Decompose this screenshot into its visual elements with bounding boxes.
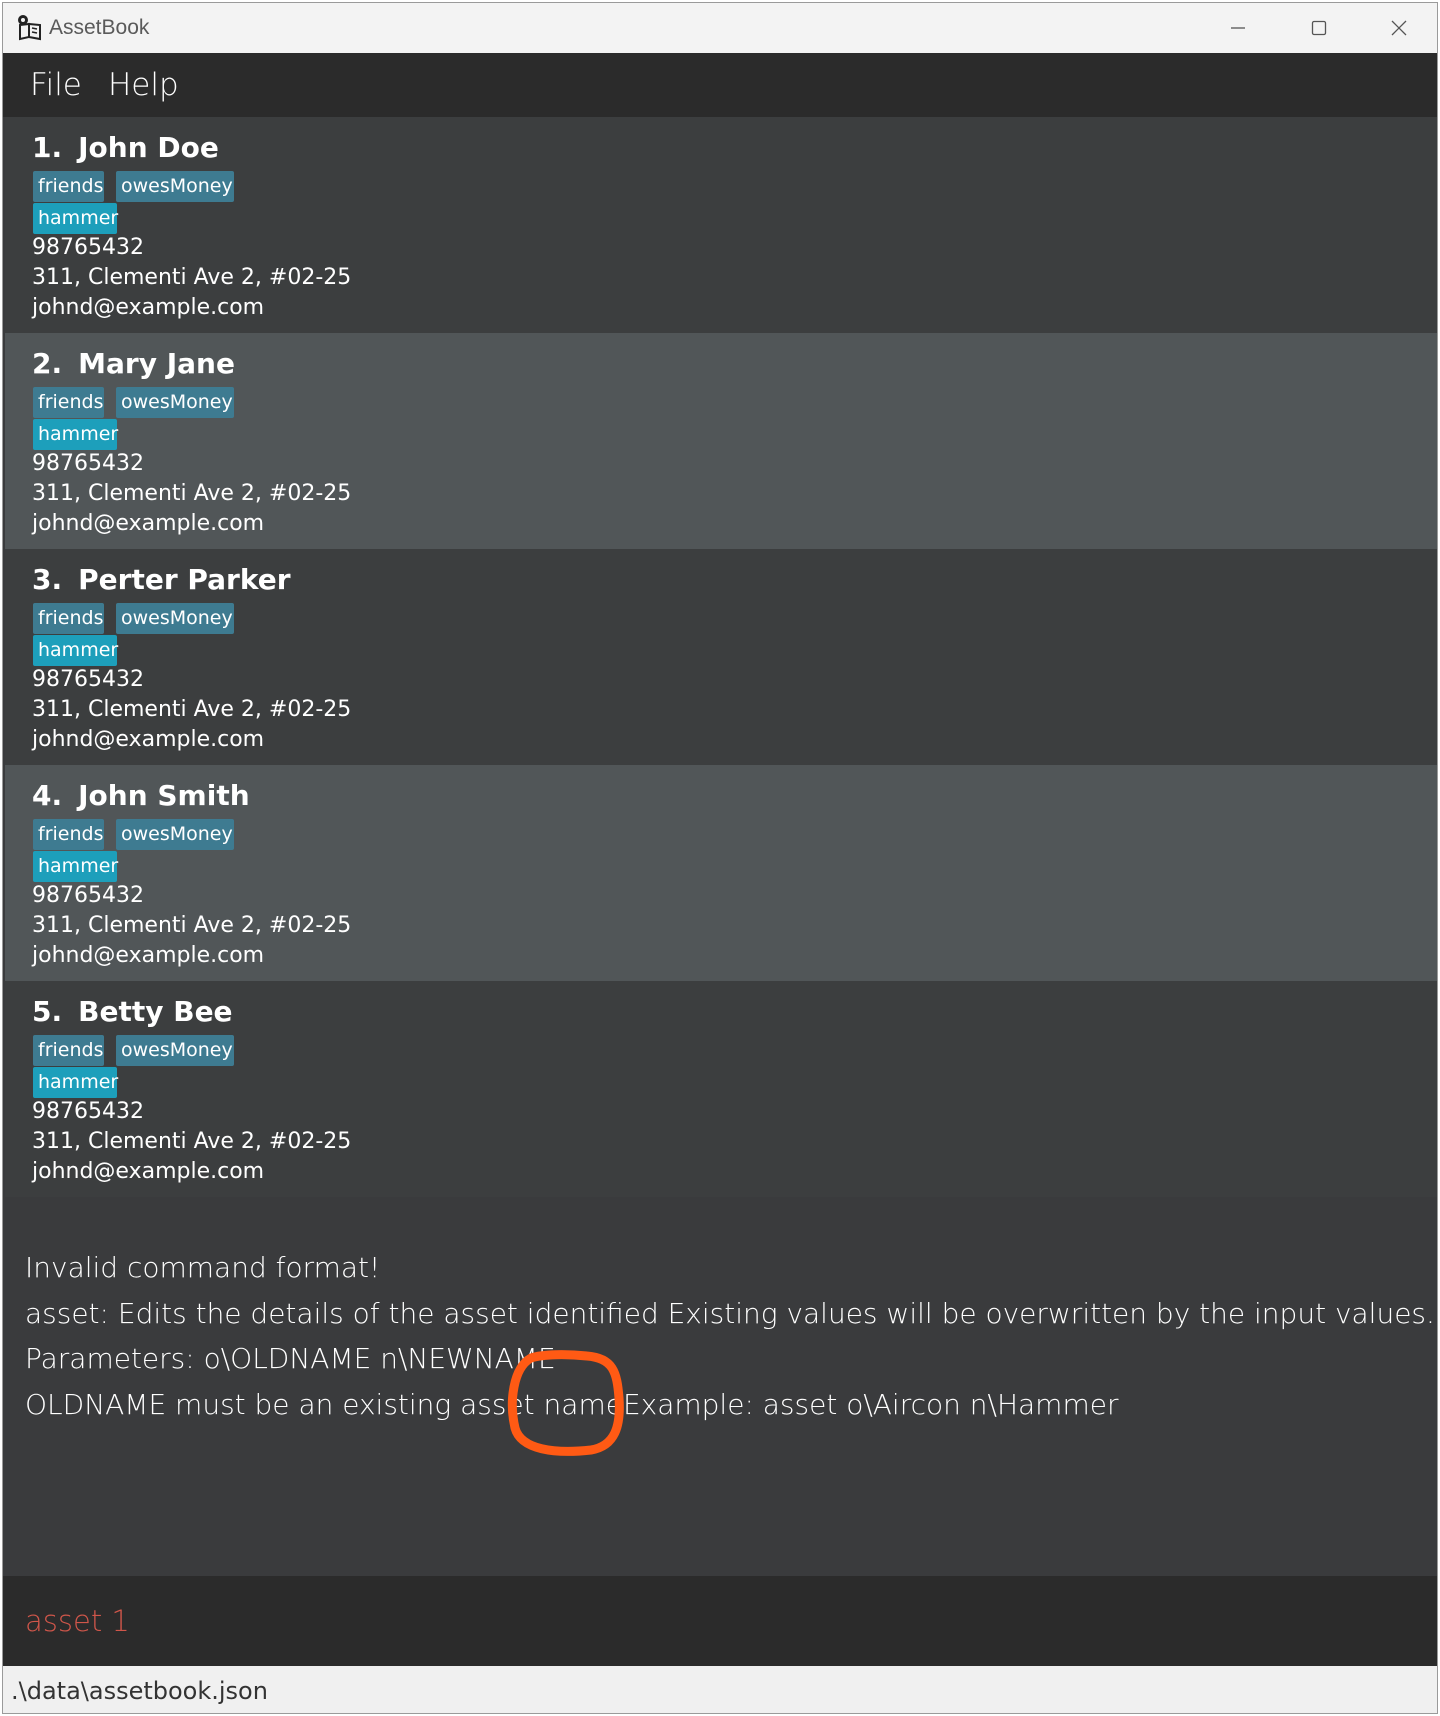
person-name: John Doe <box>78 131 219 164</box>
person-phone: 98765432 <box>32 451 144 476</box>
result-message-line: Parameters: o\OLDNAME n\NEWNAME <box>25 1342 556 1375</box>
tag-label: friends <box>33 1035 104 1066</box>
tag-label: friends <box>33 819 104 850</box>
person-index: 5. <box>32 995 63 1028</box>
person-email: johnd@example.com <box>32 295 265 320</box>
command-box <box>3 1576 1437 1666</box>
maximize-icon <box>1311 20 1327 36</box>
person-address: 311, Clementi Ave 2, #02-25 <box>32 913 352 938</box>
asset-tag: hammer <box>33 635 118 666</box>
result-message-line: asset: Edits the details of the asset id… <box>25 1297 1435 1330</box>
person-card[interactable]: 1. John Doe friends owesMoney hammer 9876… <box>5 117 1437 333</box>
person-email: johnd@example.com <box>32 1159 265 1184</box>
person-name: Mary Jane <box>78 347 235 380</box>
tag-label: owesMoney <box>116 171 234 202</box>
window-title: AssetBook <box>49 16 150 39</box>
person-list[interactable]: 1. John Doe friends owesMoney hammer 9876… <box>3 117 1437 1199</box>
result-display[interactable]: Invalid command format! asset: Edits the… <box>3 1199 1437 1576</box>
result-message-line: Invalid command format! <box>25 1251 381 1284</box>
tag-label: friends <box>33 387 104 418</box>
person-address: 311, Clementi Ave 2, #02-25 <box>32 697 352 722</box>
person-index: 4. <box>32 779 63 812</box>
tag-label: owesMoney <box>116 819 234 850</box>
result-message-line: OLDNAME must be an existing asset nameEx… <box>25 1388 1119 1421</box>
menu-help[interactable]: Help <box>108 53 179 117</box>
person-card[interactable]: 3. Perter Parker friends owesMoney hammer… <box>5 549 1437 765</box>
tag-label: friends <box>33 603 104 634</box>
asset-tag: hammer <box>33 1067 118 1098</box>
book-gear-icon <box>15 13 45 43</box>
menu-bar: File Help <box>3 53 1437 117</box>
person-address: 311, Clementi Ave 2, #02-25 <box>32 1129 352 1154</box>
menu-file[interactable]: File <box>30 53 82 117</box>
title-bar[interactable]: AssetBook <box>3 3 1437 53</box>
tag-label: owesMoney <box>116 603 234 634</box>
person-phone: 98765432 <box>32 1099 144 1124</box>
command-input[interactable] <box>13 1586 1423 1656</box>
asset-tag: hammer <box>33 419 118 450</box>
tag-label: owesMoney <box>116 387 234 418</box>
person-email: johnd@example.com <box>32 943 265 968</box>
status-file-path: .\data\assetbook.json <box>11 1677 268 1705</box>
tag-label: owesMoney <box>116 1035 234 1066</box>
minimize-icon <box>1231 27 1245 29</box>
person-address: 311, Clementi Ave 2, #02-25 <box>32 481 352 506</box>
close-button[interactable] <box>1359 3 1437 53</box>
person-index: 2. <box>32 347 63 380</box>
person-name: John Smith <box>78 779 250 812</box>
person-email: johnd@example.com <box>32 727 265 752</box>
person-phone: 98765432 <box>32 667 144 692</box>
person-index: 1. <box>32 131 63 164</box>
person-email: johnd@example.com <box>32 511 265 536</box>
person-address: 311, Clementi Ave 2, #02-25 <box>32 265 352 290</box>
person-name: Perter Parker <box>78 563 291 596</box>
person-phone: 98765432 <box>32 235 144 260</box>
status-bar: .\data\assetbook.json <box>3 1666 1437 1713</box>
person-index: 3. <box>32 563 63 596</box>
person-card[interactable]: 2. Mary Jane friends owesMoney hammer 987… <box>5 333 1437 549</box>
close-icon <box>1391 20 1407 36</box>
minimize-button[interactable] <box>1198 3 1278 53</box>
asset-tag: hammer <box>33 203 118 234</box>
person-card[interactable]: 5. Betty Bee friends owesMoney hammer 987… <box>5 981 1437 1197</box>
asset-tag: hammer <box>33 851 118 882</box>
person-phone: 98765432 <box>32 883 144 908</box>
maximize-button[interactable] <box>1279 3 1359 53</box>
person-name: Betty Bee <box>78 995 233 1028</box>
app-window: AssetBook File Help 1. John Doe friends … <box>2 2 1438 1714</box>
tag-label: friends <box>33 171 104 202</box>
person-card[interactable]: 4. John Smith friends owesMoney hammer 98… <box>5 765 1437 981</box>
